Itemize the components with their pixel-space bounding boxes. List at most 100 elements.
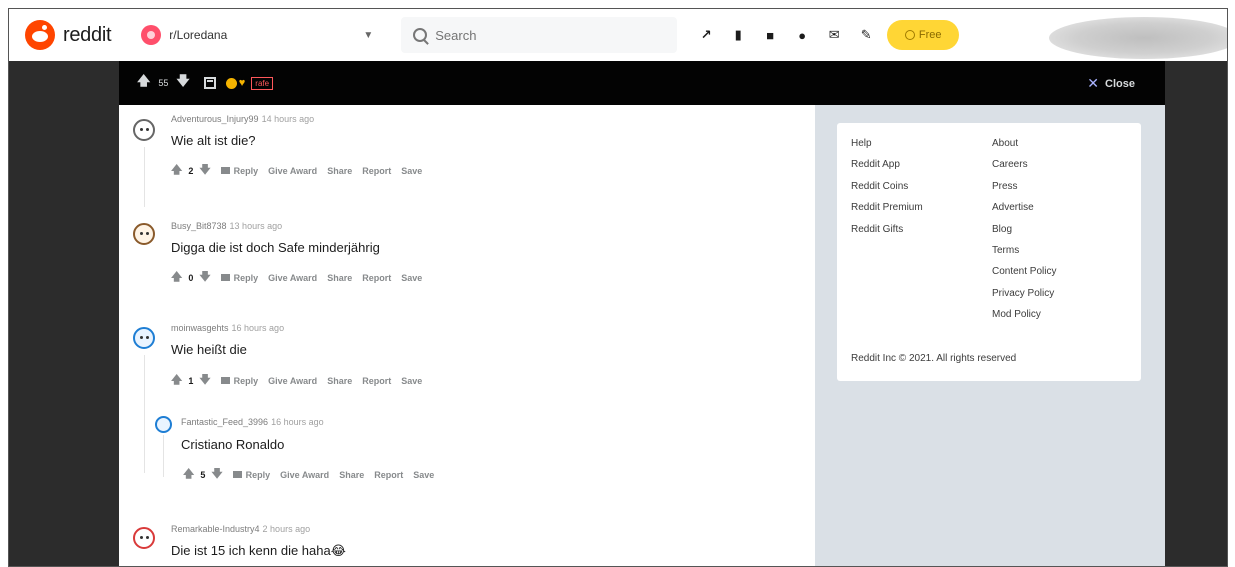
user-menu-redacted[interactable] bbox=[1049, 17, 1227, 59]
reply-button[interactable]: Reply bbox=[246, 470, 271, 480]
post-type-icon bbox=[203, 77, 216, 89]
community-selector[interactable]: r/Loredana ▼ bbox=[141, 18, 391, 52]
give-award-button[interactable]: Give Award bbox=[280, 470, 329, 480]
thread-line[interactable] bbox=[144, 147, 145, 207]
comment-actions: 🡅 0 🡇 Reply Give Award Share Report Save bbox=[171, 268, 422, 287]
content-area: Adventurous_Injury99 14 hours ago Wie alt… bbox=[119, 105, 1165, 566]
comment-username[interactable]: Adventurous_Injury99 bbox=[171, 114, 259, 124]
give-award-button[interactable]: Give Award bbox=[268, 273, 317, 283]
comment-username[interactable]: moinwasgehts bbox=[171, 323, 229, 333]
downvote-icon[interactable]: 🡇 bbox=[199, 161, 210, 180]
emoji-icon bbox=[225, 77, 237, 89]
post-score: 55 bbox=[158, 78, 169, 88]
give-award-button[interactable]: Give Award bbox=[268, 166, 317, 176]
footer-link[interactable]: Help bbox=[851, 137, 923, 151]
search-box[interactable] bbox=[401, 17, 678, 53]
comment-username[interactable]: Remarkable-Industry4 bbox=[171, 524, 260, 534]
comment-actions: 🡅 2 🡇 Reply Give Award Share Report Save bbox=[171, 161, 422, 180]
comment-time[interactable]: 16 hours ago bbox=[271, 417, 324, 427]
report-button[interactable]: Report bbox=[362, 273, 391, 283]
user-avatar[interactable] bbox=[133, 223, 155, 245]
copyright: Reddit Inc © 2021. All rights reserved bbox=[851, 353, 1017, 364]
downvote-icon[interactable]: 🡇 bbox=[199, 371, 210, 390]
share-button[interactable]: Share bbox=[327, 166, 352, 176]
report-button[interactable]: Report bbox=[374, 470, 403, 480]
comment-meta: moinwasgehts 16 hours ago bbox=[171, 323, 284, 333]
reddit-alien-icon bbox=[25, 20, 55, 50]
footer-link[interactable]: Reddit App bbox=[851, 158, 923, 172]
chat-icon[interactable]: ● bbox=[795, 28, 809, 43]
comment-score: 1 bbox=[188, 375, 194, 386]
upvote-icon[interactable]: 🡅 bbox=[171, 161, 182, 180]
comment-time[interactable]: 2 hours ago bbox=[263, 524, 311, 534]
report-button[interactable]: Report bbox=[362, 376, 391, 386]
comment-time[interactable]: 16 hours ago bbox=[232, 323, 285, 333]
create-post-icon[interactable]: ✎ bbox=[859, 27, 873, 42]
footer-link[interactable]: Reddit Premium bbox=[851, 201, 923, 215]
save-button[interactable]: Save bbox=[401, 376, 422, 386]
save-button[interactable]: Save bbox=[413, 470, 434, 480]
thread-line[interactable] bbox=[144, 355, 145, 473]
downvote-icon[interactable]: 🡇 bbox=[199, 268, 210, 287]
post-flair: rafe bbox=[251, 76, 274, 90]
share-button[interactable]: Share bbox=[339, 470, 364, 480]
comment-time[interactable]: 13 hours ago bbox=[230, 221, 283, 231]
report-button[interactable]: Report bbox=[362, 166, 391, 176]
comment-username[interactable]: Busy_Bit8738 bbox=[171, 221, 227, 231]
share-button[interactable]: Share bbox=[327, 273, 352, 283]
comment-score: 0 bbox=[188, 272, 194, 283]
coins-icon[interactable]: ■ bbox=[763, 28, 777, 43]
comment-text: Cristiano Ronaldo bbox=[181, 437, 285, 452]
close-icon: ✕ bbox=[1087, 75, 1100, 91]
upvote-icon[interactable]: 🡅 bbox=[183, 465, 194, 484]
footer-link[interactable]: Blog bbox=[992, 223, 1056, 237]
user-avatar[interactable] bbox=[133, 327, 155, 349]
footer-link[interactable]: About bbox=[992, 137, 1056, 151]
reddit-logo[interactable]: reddit bbox=[25, 20, 112, 50]
search-input[interactable] bbox=[435, 27, 636, 43]
comment-actions: 🡅 1 🡇 Reply Give Award Share Report Save bbox=[171, 371, 422, 390]
user-avatar[interactable] bbox=[133, 527, 155, 549]
mail-icon[interactable]: ✉ bbox=[827, 27, 841, 42]
footer-link[interactable]: Privacy Policy bbox=[992, 287, 1056, 301]
footer-links-col-1: Help Reddit App Reddit Coins Reddit Prem… bbox=[851, 137, 923, 237]
comment-text: Digga die ist doch Safe minderjährig bbox=[171, 240, 380, 255]
footer-link[interactable]: Content Policy bbox=[992, 265, 1056, 279]
logo-text: reddit bbox=[63, 23, 112, 46]
reply-icon bbox=[220, 377, 230, 384]
footer-link[interactable]: Reddit Gifts bbox=[851, 223, 923, 237]
save-button[interactable]: Save bbox=[401, 273, 422, 283]
reply-button[interactable]: Reply bbox=[234, 376, 259, 386]
footer-link[interactable]: Careers bbox=[992, 158, 1056, 172]
comment-time[interactable]: 14 hours ago bbox=[262, 114, 315, 124]
user-avatar[interactable] bbox=[155, 416, 172, 433]
comment-score: 5 bbox=[200, 469, 206, 480]
share-button[interactable]: Share bbox=[327, 376, 352, 386]
footer-links-card: Help Reddit App Reddit Coins Reddit Prem… bbox=[837, 123, 1141, 381]
downvote-icon[interactable]: 🡇 bbox=[211, 465, 222, 484]
reply-button[interactable]: Reply bbox=[234, 273, 259, 283]
upvote-icon[interactable]: 🡅 bbox=[137, 72, 150, 94]
footer-links-col-2: About Careers Press Advertise Blog Terms… bbox=[992, 137, 1056, 323]
thread-line[interactable] bbox=[163, 435, 164, 477]
post-top-bar: 🡅 55 🡇 ♥ rafe ✕ Close bbox=[119, 61, 1165, 105]
trending-icon[interactable]: ↗ bbox=[699, 27, 713, 42]
user-avatar[interactable] bbox=[133, 119, 155, 141]
footer-link[interactable]: Reddit Coins bbox=[851, 180, 923, 194]
upvote-icon[interactable]: 🡅 bbox=[171, 268, 182, 287]
downvote-icon[interactable]: 🡇 bbox=[176, 72, 189, 94]
free-button[interactable]: Free bbox=[887, 20, 960, 50]
save-button[interactable]: Save bbox=[401, 166, 422, 176]
reply-button[interactable]: Reply bbox=[234, 166, 259, 176]
give-award-button[interactable]: Give Award bbox=[268, 376, 317, 386]
footer-link[interactable]: Mod Policy bbox=[992, 308, 1056, 322]
close-button[interactable]: ✕ Close bbox=[1087, 75, 1135, 92]
stats-icon[interactable]: ▮ bbox=[731, 27, 745, 42]
footer-link[interactable]: Press bbox=[992, 180, 1056, 194]
comment-username[interactable]: Fantastic_Feed_3996 bbox=[181, 417, 268, 427]
top-header: reddit r/Loredana ▼ ↗ ▮ ■ ● ✉ ✎ Free bbox=[9, 9, 1227, 61]
footer-link[interactable]: Terms bbox=[992, 244, 1056, 258]
comment-score: 2 bbox=[188, 165, 194, 176]
footer-link[interactable]: Advertise bbox=[992, 201, 1056, 215]
upvote-icon[interactable]: 🡅 bbox=[171, 371, 182, 390]
